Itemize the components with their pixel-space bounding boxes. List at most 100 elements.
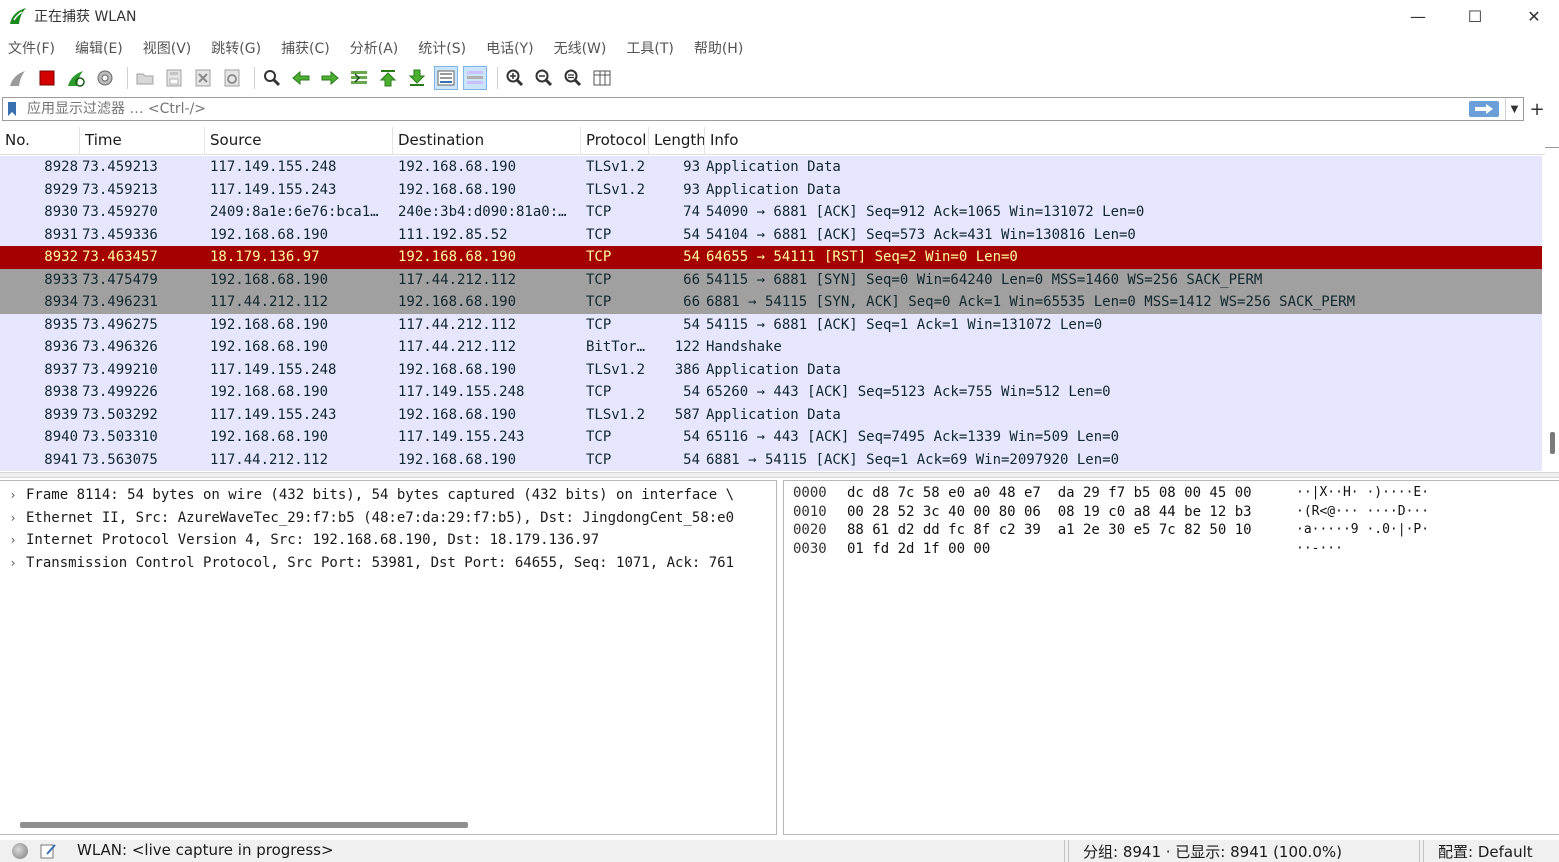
bytes-hex[interactable]: 01 fd 2d 1f 00 00 <box>846 541 1296 560</box>
menu-edit[interactable]: 编辑(E) <box>67 38 131 58</box>
resize-columns-button[interactable] <box>590 66 614 90</box>
capture-comment-icon[interactable] <box>39 842 57 860</box>
packet-length: 66 <box>683 271 700 288</box>
expand-arrow-icon[interactable]: › <box>0 511 26 525</box>
menu-analyze[interactable]: 分析(A) <box>342 38 407 58</box>
packet-row[interactable]: 8941 73.563075 117.44.212.112 192.168.68.19… <box>0 448 1542 471</box>
packet-no: 8940 <box>44 429 78 445</box>
packet-row[interactable]: 8929 73.459213 117.149.155.243 192.168.68.1… <box>0 178 1542 201</box>
stop-capture-button[interactable] <box>35 66 59 90</box>
packet-row[interactable]: 8935 73.496275 192.168.68.190 117.44.212.11… <box>0 313 1542 336</box>
packet-protocol: TCP <box>586 384 612 400</box>
packet-no: 8939 <box>44 406 78 423</box>
go-forward-button[interactable] <box>318 66 342 90</box>
filter-bookmark-button[interactable] <box>5 99 19 119</box>
column-header-length[interactable]: Length <box>649 127 705 155</box>
bytes-hex[interactable]: 00 28 52 3c 40 00 80 06 08 19 c0 a8 44 b… <box>846 504 1296 523</box>
expand-arrow-icon[interactable]: › <box>0 533 26 547</box>
packet-row[interactable]: 8938 73.499226 192.168.68.190 117.149.155.2… <box>0 381 1542 404</box>
packet-row[interactable]: 8933 73.475479 192.168.68.190 117.44.212.11… <box>0 268 1542 291</box>
column-header-info[interactable]: Info <box>705 127 1545 155</box>
capture-options-button[interactable] <box>93 66 117 90</box>
menu-view[interactable]: 视图(V) <box>135 38 200 58</box>
expand-arrow-icon[interactable]: › <box>0 556 26 570</box>
column-header-protocol[interactable]: Protocol <box>581 127 649 155</box>
profile-status[interactable]: 配置: Default <box>1438 841 1533 862</box>
packet-source: 117.149.155.248 <box>210 159 337 175</box>
start-capture-button[interactable] <box>6 66 30 90</box>
add-filter-button[interactable]: + <box>1527 97 1547 121</box>
packet-row[interactable]: 8931 73.459336 192.168.68.190 111.192.85.52… <box>0 223 1542 246</box>
menu-go[interactable]: 跳转(G) <box>203 38 269 58</box>
packet-row[interactable]: 8934 73.496231 117.44.212.112 192.168.68.19… <box>0 291 1542 314</box>
bytes-ascii[interactable]: ·a·····9 ·.0·|·P· <box>1296 522 1496 541</box>
go-first-button[interactable] <box>376 66 400 90</box>
packet-row[interactable]: 8928 73.459213 117.149.155.248 192.168.68.1… <box>0 156 1542 179</box>
packet-row[interactable]: 8930 73.459270 2409:8a1e:6e76:bca1… 240e:3b… <box>0 201 1542 224</box>
expert-info-led-icon[interactable] <box>12 843 28 859</box>
menu-help[interactable]: 帮助(H) <box>686 38 751 58</box>
packet-source: 117.149.155.243 <box>210 181 337 198</box>
expand-arrow-icon[interactable]: › <box>0 488 26 502</box>
menu-tools[interactable]: 工具(T) <box>618 38 681 58</box>
go-last-button[interactable] <box>405 66 429 90</box>
packet-row[interactable]: 8936 73.496326 192.168.68.190 117.44.212.11… <box>0 336 1542 359</box>
bytes-ascii[interactable]: ··|X··H· ·)····E· <box>1296 485 1496 504</box>
packet-info: Application Data <box>706 406 841 423</box>
detail-row-ethernet[interactable]: › Ethernet II, Src: AzureWaveTec_29:f7:b… <box>0 507 776 530</box>
go-to-packet-button[interactable] <box>347 66 371 90</box>
column-header-source[interactable]: Source <box>205 127 393 155</box>
packet-row[interactable]: 8940 73.503310 192.168.68.190 117.149.155.2… <box>0 426 1542 449</box>
save-file-button[interactable] <box>162 66 186 90</box>
column-header-destination[interactable]: Destination <box>393 127 581 155</box>
packet-list-scrollbar[interactable] <box>1545 127 1559 472</box>
minimize-button[interactable]: — <box>1389 0 1447 32</box>
close-file-button[interactable] <box>191 66 215 90</box>
packet-row[interactable]: 8939 73.503292 117.149.155.243 192.168.68.1… <box>0 403 1542 426</box>
colorize-button[interactable] <box>463 66 487 90</box>
menu-statistics[interactable]: 统计(S) <box>410 38 474 58</box>
bytes-hex[interactable]: 88 61 d2 dd fc 8f c2 39 a1 2e 30 e5 7c 8… <box>846 522 1296 541</box>
packet-time: 73.475479 <box>82 271 158 288</box>
display-filter-input[interactable] <box>19 101 1469 117</box>
apply-filter-button[interactable] <box>1469 101 1499 117</box>
menu-capture[interactable]: 捕获(C) <box>273 38 338 58</box>
packet-row[interactable]: 8937 73.499210 117.149.155.248 192.168.68.1… <box>0 358 1542 381</box>
close-button[interactable]: ✕ <box>1505 0 1559 32</box>
column-header-no[interactable]: No. <box>0 127 80 155</box>
maximize-icon: ☐ <box>1467 6 1483 26</box>
menu-wireless[interactable]: 无线(W) <box>546 38 615 58</box>
maximize-button[interactable]: ☐ <box>1446 0 1504 32</box>
packet-no: 8932 <box>44 249 78 265</box>
find-packet-button[interactable] <box>260 66 284 90</box>
close-file-icon <box>195 69 211 87</box>
zoom-in-button[interactable] <box>503 66 527 90</box>
display-filter-bar: ▼ <box>2 97 1524 121</box>
column-header-time[interactable]: Time <box>80 127 205 155</box>
scrollbar-thumb[interactable] <box>1550 432 1555 454</box>
details-horizontal-scrollbar[interactable] <box>20 822 468 828</box>
bytes-ascii[interactable]: ··-··· <box>1296 541 1496 560</box>
detail-row-ipv4[interactable]: › Internet Protocol Version 4, Src: 192.… <box>0 529 776 552</box>
packet-time: 73.499210 <box>82 361 158 378</box>
open-file-button[interactable] <box>133 66 157 90</box>
go-back-button[interactable] <box>289 66 313 90</box>
packet-row[interactable]: 8932 73.463457 18.179.136.97 192.168.68.190… <box>0 246 1542 269</box>
pane-splitter[interactable] <box>0 472 1559 478</box>
packet-info: 54090 → 6881 [ACK] Seq=912 Ack=1065 Win=… <box>706 204 1145 220</box>
zoom-normal-button[interactable] <box>561 66 585 90</box>
bytes-row: 0010 00 28 52 3c 40 00 80 06 08 19 c0 a8… <box>784 504 1559 523</box>
detail-row-frame[interactable]: › Frame 8114: 54 bytes on wire (432 bits… <box>0 484 776 507</box>
menu-file[interactable]: 文件(F) <box>0 38 63 58</box>
menu-telephony[interactable]: 电话(Y) <box>478 38 541 58</box>
detail-text: Frame 8114: 54 bytes on wire (432 bits),… <box>26 487 735 504</box>
autoscroll-button[interactable] <box>434 66 458 90</box>
detail-row-tcp[interactable]: › Transmission Control Protocol, Src Por… <box>0 552 776 575</box>
bytes-ascii[interactable]: ·(R<@··· ····D··· <box>1296 504 1496 523</box>
reload-file-button[interactable] <box>220 66 244 90</box>
filter-history-dropdown[interactable]: ▼ <box>1505 98 1523 120</box>
zoom-out-button[interactable] <box>532 66 556 90</box>
packet-bytes-pane: 0000 dc d8 7c 58 e0 a0 48 e7 da 29 f7 b5… <box>783 480 1559 835</box>
restart-capture-button[interactable] <box>64 66 88 90</box>
bytes-hex[interactable]: dc d8 7c 58 e0 a0 48 e7 da 29 f7 b5 08 0… <box>846 485 1296 504</box>
